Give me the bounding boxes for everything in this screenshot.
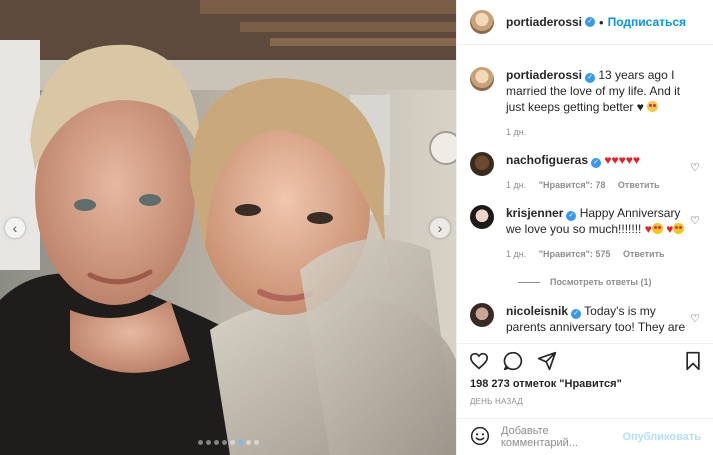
carousel-dot	[205, 440, 211, 445]
caption-time: 1 дн.	[506, 127, 527, 137]
comment-likes[interactable]: "Нравится": 78	[539, 180, 606, 190]
reply-button[interactable]: Ответить	[623, 249, 665, 259]
add-comment-bar: Добавьте комментарий... Опубликовать	[457, 418, 713, 455]
carousel-next-button[interactable]: ›	[430, 218, 450, 238]
post-header: portiaderossi ✓ • Подписаться	[457, 0, 713, 45]
likes-count[interactable]: 198 273 отметок "Нравится"	[470, 378, 622, 390]
comment-time: 1 дн.	[506, 180, 527, 190]
verified-badge-icon: ✓	[566, 211, 577, 221]
author-username[interactable]: portiaderossi	[506, 15, 582, 29]
carousel-dot	[221, 440, 227, 445]
comment-icon[interactable]	[503, 351, 523, 374]
heart-emoji-icon: ♥	[666, 222, 674, 236]
verified-badge-icon: ✓	[571, 309, 582, 319]
heart-icon[interactable]	[469, 352, 489, 373]
comment-time: 1 дн.	[506, 249, 527, 259]
carousel-dot	[245, 440, 251, 445]
verified-badge-icon: ✓	[585, 73, 596, 83]
like-comment-heart-icon[interactable]: ♡	[690, 312, 700, 325]
verified-badge-icon: ✓	[591, 158, 602, 168]
carousel-dot	[197, 440, 203, 445]
heart-emoji-icon: ♥	[644, 222, 652, 236]
view-replies-button[interactable]: Посмотреть ответы (1)	[518, 277, 701, 287]
carousel-dots	[0, 440, 456, 445]
comment-item: nachofigueras ✓ ♥♥♥♥♥ 1 дн. "Нравится": 7…	[470, 152, 701, 193]
replies-divider	[518, 281, 540, 283]
post-time-ago: ДЕНЬ НАЗАД	[470, 397, 523, 406]
hearts-emoji-icon: ♥♥♥♥♥	[604, 153, 640, 167]
follow-button[interactable]: Подписаться	[608, 15, 686, 29]
post-photo[interactable]: ‹ ›	[0, 0, 456, 455]
carousel-dot	[213, 440, 219, 445]
reply-button[interactable]: Ответить	[618, 180, 660, 190]
verified-badge-icon: ✓	[585, 17, 596, 27]
comment-item: nicoleisnik ✓ Today's is my parents anniv…	[470, 303, 701, 335]
caption-avatar[interactable]	[470, 67, 494, 91]
commenter-avatar[interactable]	[470, 303, 494, 327]
comment-item: krisjenner ✓ Happy Anniversary we love yo…	[470, 205, 701, 262]
share-icon[interactable]	[537, 351, 557, 374]
add-comment-input[interactable]: Добавьте комментарий...	[501, 425, 622, 449]
post-sidebar: portiaderossi ✓ • Подписаться portiadero…	[456, 0, 713, 455]
comment-likes[interactable]: "Нравится": 575	[539, 249, 611, 259]
heart-eyes-emoji-icon	[651, 223, 663, 234]
bookmark-icon[interactable]	[684, 351, 702, 374]
commenter-avatar[interactable]	[470, 152, 494, 176]
caption-username[interactable]: portiaderossi	[506, 68, 582, 82]
view-replies-label: Посмотреть ответы (1)	[550, 277, 652, 287]
comments-list[interactable]: portiaderossi ✓ 13 years ago I married th…	[457, 46, 713, 341]
carousel-dot	[253, 440, 259, 445]
commenter-avatar[interactable]	[470, 205, 494, 229]
comment-username[interactable]: krisjenner	[506, 206, 563, 220]
caption: portiaderossi ✓ 13 years ago I married th…	[470, 67, 701, 140]
carousel-prev-button[interactable]: ‹	[5, 218, 25, 238]
like-comment-heart-icon[interactable]: ♡	[690, 161, 700, 174]
selfie-image	[0, 0, 456, 455]
author-avatar[interactable]	[470, 10, 494, 34]
heart-eyes-emoji-icon	[673, 223, 685, 234]
like-comment-heart-icon[interactable]: ♡	[690, 214, 700, 227]
action-bar	[457, 343, 713, 381]
separator: •	[599, 14, 604, 30]
couple-emoji-icon	[647, 101, 659, 112]
carousel-dot	[229, 440, 235, 445]
comment-username[interactable]: nachofigueras	[506, 153, 588, 167]
smile-icon[interactable]	[470, 426, 490, 449]
comment-username[interactable]: nicoleisnik	[506, 304, 568, 318]
carousel-dot-active	[237, 440, 243, 445]
publish-button[interactable]: Опубликовать	[622, 431, 701, 443]
